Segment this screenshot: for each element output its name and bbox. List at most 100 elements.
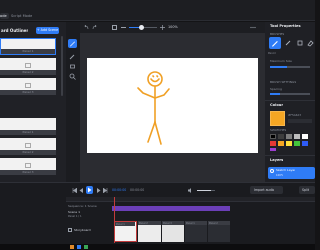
fit-view-icon[interactable] bbox=[112, 25, 117, 30]
brush-eraser[interactable] bbox=[307, 39, 314, 47]
max-size-label: Maximum Size bbox=[270, 59, 292, 63]
taskbar-app-icon[interactable] bbox=[77, 245, 81, 249]
redo-icon[interactable] bbox=[92, 25, 97, 30]
zoom-out-icon[interactable] bbox=[121, 27, 126, 28]
marker-icon bbox=[297, 40, 303, 46]
zoom-level: 100% bbox=[168, 25, 178, 29]
skip-forward-icon[interactable] bbox=[103, 188, 108, 193]
playhead[interactable] bbox=[114, 197, 115, 243]
scene-card-1[interactable]: Panel 1 Panel 2 Panel 3 bbox=[0, 38, 56, 96]
eraser-tool-button[interactable] bbox=[69, 63, 76, 70]
swatch-orange[interactable] bbox=[278, 141, 284, 146]
swatch-gray[interactable] bbox=[286, 134, 292, 139]
panel-label-bar: Panel 1 bbox=[1, 49, 55, 54]
eraser-icon bbox=[307, 40, 314, 47]
panel-thumb-1[interactable]: Panel 1 bbox=[0, 118, 56, 135]
panel-thumb-3[interactable]: Panel 3 bbox=[0, 158, 56, 175]
zoom-slider-handle[interactable] bbox=[139, 25, 144, 30]
panel-label-bar: Panel 3 bbox=[0, 170, 56, 175]
drawing-canvas[interactable] bbox=[87, 58, 258, 153]
brush-name: Pencil bbox=[268, 52, 276, 55]
zoom-slider[interactable] bbox=[129, 25, 157, 30]
layer-opacity: 100% bbox=[276, 174, 284, 177]
zoom-tool-button[interactable] bbox=[69, 73, 76, 80]
layer-row-sketch[interactable]: Sketch Layer 100% bbox=[268, 167, 315, 179]
tool-properties-title: Tool Properties bbox=[270, 24, 301, 28]
swatch-light-gray[interactable] bbox=[294, 134, 300, 139]
time-ruler[interactable] bbox=[66, 197, 315, 202]
divider bbox=[265, 100, 315, 101]
spacing-slider[interactable] bbox=[270, 93, 310, 95]
menu-dots-icon[interactable] bbox=[250, 25, 256, 30]
clip-label: Panel 2 bbox=[209, 222, 218, 225]
tab-storyboard-mode[interactable]: ode bbox=[0, 13, 9, 19]
swatch-purple[interactable] bbox=[270, 148, 276, 151]
panel-clip-4[interactable]: Panel 1 bbox=[185, 221, 207, 242]
image-placeholder-icon bbox=[25, 143, 31, 148]
panel-thumb-2[interactable]: Panel 2 bbox=[0, 58, 56, 75]
clip-label-bar: Panel 1 bbox=[185, 221, 207, 225]
audio-icon[interactable] bbox=[188, 188, 194, 193]
swatch-green[interactable] bbox=[294, 141, 300, 146]
panel-clip-1[interactable]: Panel 1 bbox=[114, 221, 137, 242]
scene-card-2[interactable]: Panel 1 Panel 2 Panel 3 bbox=[0, 118, 56, 180]
tab-script-mode[interactable]: Script Mode bbox=[11, 14, 32, 19]
step-back-icon[interactable] bbox=[79, 188, 84, 193]
undo-icon[interactable] bbox=[84, 25, 89, 30]
swatch-blue[interactable] bbox=[302, 141, 308, 146]
brush-pencil[interactable] bbox=[269, 37, 281, 49]
clip-label-bar: Panel 3 bbox=[162, 221, 184, 225]
play-button[interactable] bbox=[86, 186, 93, 194]
lock-icon[interactable] bbox=[68, 228, 72, 232]
panel-clip-5[interactable]: Panel 2 bbox=[208, 221, 230, 242]
stick-figure-drawing bbox=[137, 71, 170, 145]
step-forward-icon[interactable] bbox=[96, 188, 101, 193]
colour-hex-field[interactable] bbox=[288, 119, 312, 123]
max-size-slider-fill bbox=[270, 66, 287, 68]
brush-tool-button[interactable] bbox=[69, 53, 76, 60]
colour-hex[interactable]: #F5A623 bbox=[288, 113, 301, 118]
clip-label: Panel 1 bbox=[186, 222, 195, 225]
pencil-tool-button[interactable] bbox=[68, 39, 77, 48]
scene-sub: Panel 1 / 1 bbox=[68, 215, 82, 218]
current-colour-swatch[interactable] bbox=[270, 111, 285, 126]
taskbar-app-icon[interactable] bbox=[70, 245, 74, 249]
skip-back-icon[interactable] bbox=[72, 188, 77, 193]
brush-settings-label: BRUSH SETTINGS bbox=[270, 80, 297, 84]
split-button[interactable]: Split bbox=[299, 186, 315, 194]
outliner-title: ard Outliner bbox=[1, 28, 29, 33]
swatch-yellow[interactable] bbox=[286, 141, 292, 146]
brush-icon bbox=[285, 40, 291, 46]
brush-name-row: Pencil bbox=[268, 51, 315, 56]
pencil-icon bbox=[272, 41, 278, 47]
panel-thumb-3[interactable]: Panel 3 bbox=[0, 78, 56, 95]
clip-label-bar: Panel 1 bbox=[115, 222, 135, 226]
panel-thumb-2[interactable]: Panel 2 bbox=[0, 138, 56, 155]
swatch-red[interactable] bbox=[270, 141, 276, 146]
max-size-slider[interactable] bbox=[270, 66, 310, 68]
panel-thumb-1[interactable]: Panel 1 bbox=[0, 38, 56, 55]
zoom-in-icon[interactable] bbox=[160, 25, 165, 30]
add-scene-button[interactable]: + Add Scene bbox=[36, 27, 59, 34]
clip-label: Panel 3 bbox=[163, 222, 172, 225]
panel-label-bar: Panel 2 bbox=[0, 150, 56, 155]
panel-clip-3[interactable]: Panel 3 bbox=[162, 221, 184, 242]
taskbar-app-icon[interactable] bbox=[84, 245, 88, 249]
spacing-label: Spacing bbox=[270, 87, 282, 91]
import-audio-button[interactable]: Import audio bbox=[250, 186, 283, 194]
outliner-scrollbar[interactable] bbox=[61, 36, 63, 96]
brush-ink[interactable] bbox=[284, 39, 292, 47]
swatch-dark-gray[interactable] bbox=[278, 134, 284, 139]
panel-clip-2[interactable]: Panel 2 bbox=[138, 221, 161, 242]
swatch-white[interactable] bbox=[302, 134, 308, 139]
canvas-toolbar: 100% bbox=[80, 22, 265, 33]
clip-label-bar: Panel 2 bbox=[138, 221, 161, 225]
swatch-black[interactable] bbox=[270, 134, 276, 139]
layer-visibility-icon[interactable] bbox=[270, 169, 274, 173]
volume-slider[interactable] bbox=[197, 190, 215, 191]
brush-marker[interactable] bbox=[296, 39, 304, 47]
panel-label: Panel 3 bbox=[22, 90, 34, 94]
canvas-area: 100% bbox=[80, 22, 265, 182]
zoom-icon bbox=[69, 73, 76, 80]
scene-bar[interactable] bbox=[112, 206, 230, 211]
